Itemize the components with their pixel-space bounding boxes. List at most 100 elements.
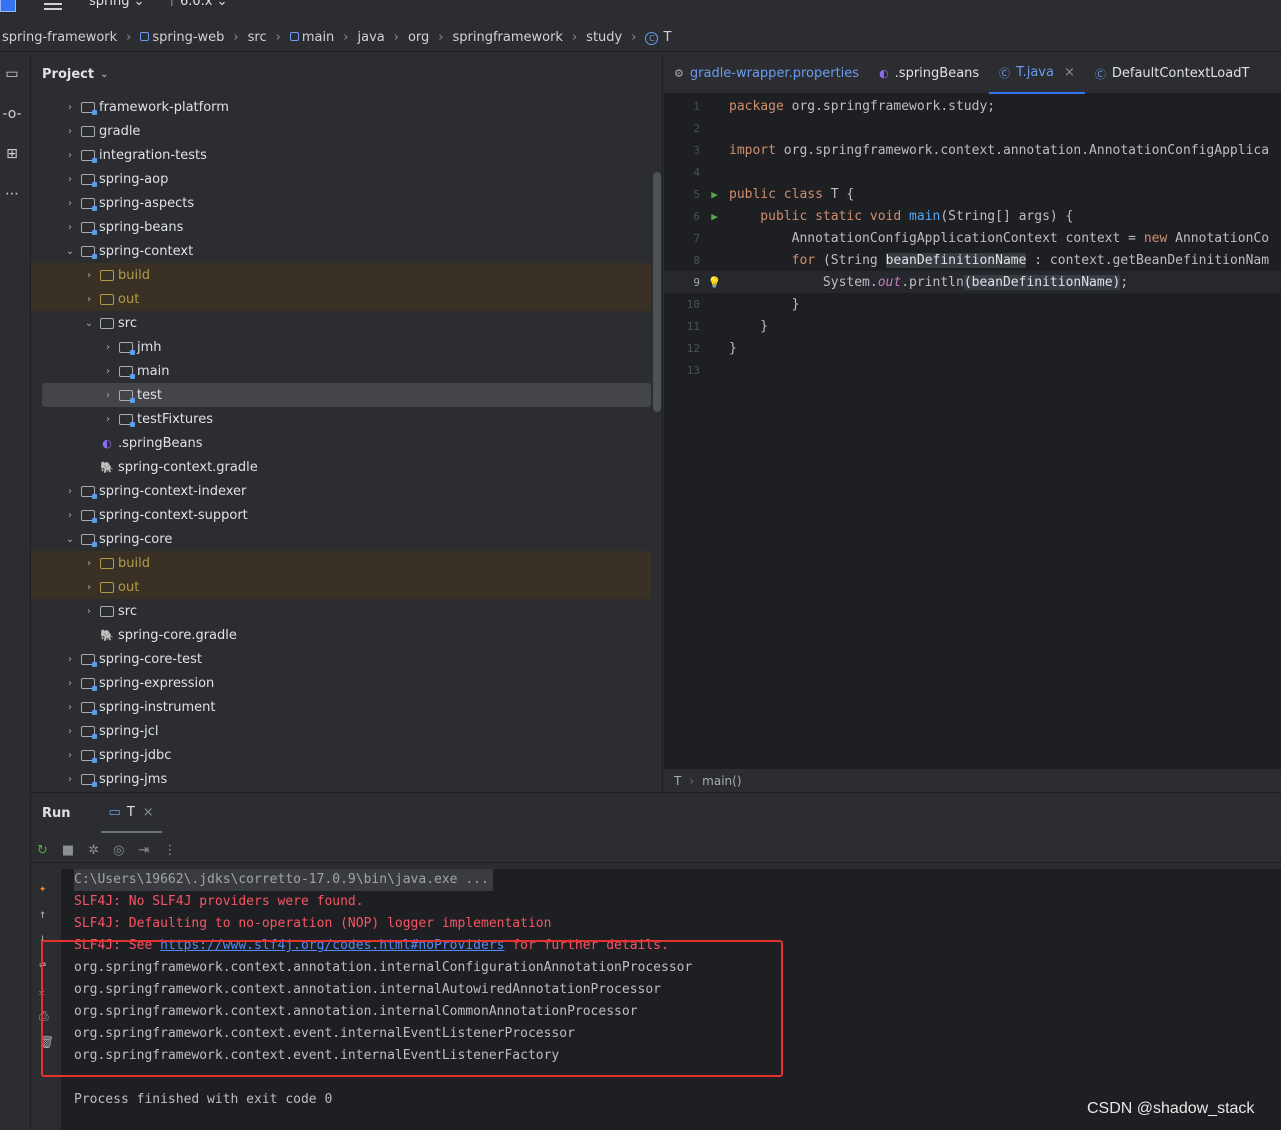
editor-tab[interactable]: Ⓒ T.java × <box>989 54 1085 94</box>
crumb-item[interactable]: src <box>248 30 267 45</box>
tree-item-spring-context-support[interactable]: › spring-context-support <box>31 503 651 527</box>
chevron-right-icon[interactable]: › <box>82 606 96 617</box>
tree-item-spring-jms[interactable]: › spring-jms <box>31 767 651 791</box>
tree-item-spring-context-gradle[interactable]: 🐘 spring-context.gradle <box>31 455 651 479</box>
close-icon[interactable]: × <box>1064 65 1075 80</box>
debugger-icon[interactable]: ✦ <box>39 881 46 895</box>
chevron-right-icon[interactable]: › <box>82 582 96 593</box>
rerun-icon[interactable]: ↻ <box>37 843 48 858</box>
chevron-right-icon[interactable]: › <box>63 486 77 497</box>
project-panel-header[interactable]: Project ⌄ <box>31 54 662 94</box>
crumb-method[interactable]: main() <box>702 774 741 788</box>
commit-icon[interactable]: -o- <box>0 102 24 126</box>
intellij-logo-icon[interactable] <box>0 0 16 12</box>
crumb-item[interactable]: spring-web <box>140 30 224 45</box>
run-icon[interactable]: ▶ <box>700 210 729 223</box>
chevron-right-icon[interactable]: › <box>101 342 115 353</box>
tree-item-main[interactable]: › main <box>31 359 651 383</box>
tree-item-testfixtures[interactable]: › testFixtures <box>31 407 651 431</box>
tree-item-test[interactable]: › test <box>42 383 651 407</box>
console-link[interactable]: https://www.slf4j.org/codes.html#noProvi… <box>160 938 504 953</box>
camera-icon[interactable]: ◎ <box>113 843 124 858</box>
chevron-right-icon[interactable]: › <box>63 702 77 713</box>
run-config-tab[interactable]: ▭ T × <box>100 793 162 833</box>
chevron-down-icon[interactable]: ⌄ <box>63 246 77 257</box>
tree-item-spring-instrument[interactable]: › spring-instrument <box>31 695 651 719</box>
chevron-right-icon[interactable]: › <box>63 726 77 737</box>
clear-icon[interactable]: 🗑 <box>39 1035 54 1049</box>
tree-item--springbeans[interactable]: ◐ .springBeans <box>31 431 651 455</box>
tree-item-spring-expression[interactable]: › spring-expression <box>31 671 651 695</box>
scroll-to-end-icon[interactable]: ⤓ <box>39 983 44 998</box>
crumb-item[interactable]: java <box>358 30 385 45</box>
chevron-right-icon[interactable]: › <box>101 366 115 377</box>
tree-item-src[interactable]: ⌄ src <box>31 311 651 335</box>
project-switcher[interactable]: spring ⌄ <box>89 0 145 9</box>
structure-icon[interactable]: ⊞ <box>0 142 24 166</box>
exit-icon[interactable]: ⇥ <box>138 843 149 858</box>
tree-item-spring-beans[interactable]: › spring-beans <box>31 215 651 239</box>
run-icon[interactable]: ▶ <box>700 188 729 201</box>
tree-item-integration-tests[interactable]: › integration-tests <box>31 143 651 167</box>
tree-item-spring-context-indexer[interactable]: › spring-context-indexer <box>31 479 651 503</box>
chevron-right-icon[interactable]: › <box>63 654 77 665</box>
editor-tab[interactable]: ⚙ gradle-wrapper.properties <box>664 54 869 94</box>
chevron-right-icon[interactable]: › <box>101 390 115 401</box>
main-menu-icon[interactable] <box>44 0 62 12</box>
editor-tab[interactable]: Ⓒ DefaultContextLoadT <box>1085 54 1260 94</box>
chevron-right-icon[interactable]: › <box>82 294 96 305</box>
notifications-icon[interactable]: ◔ <box>0 1124 24 1130</box>
chevron-right-icon[interactable]: › <box>63 750 77 761</box>
scroll-up-icon[interactable]: ↑ <box>39 907 46 921</box>
editor-tab[interactable]: ◐ .springBeans <box>869 54 989 94</box>
chevron-right-icon[interactable]: › <box>63 150 77 161</box>
chevron-right-icon[interactable]: › <box>63 678 77 689</box>
chevron-right-icon[interactable]: › <box>82 270 96 281</box>
close-icon[interactable]: × <box>143 805 154 820</box>
crumb-item[interactable]: springframework <box>452 30 562 45</box>
more-options-icon[interactable]: ⋮ <box>163 843 176 858</box>
lightbulb-icon[interactable]: 💡 <box>700 276 729 289</box>
chevron-right-icon[interactable]: › <box>82 558 96 569</box>
tree-item-build[interactable]: › build <box>31 263 651 287</box>
chevron-right-icon[interactable]: › <box>63 102 77 113</box>
crumb-item[interactable]: study <box>586 30 622 45</box>
project-scrollbar[interactable] <box>653 172 661 412</box>
tree-item-gradle[interactable]: › gradle <box>31 119 651 143</box>
chevron-right-icon[interactable]: › <box>63 198 77 209</box>
tree-item-jmh[interactable]: › jmh <box>31 335 651 359</box>
tree-item-out[interactable]: › out <box>31 287 651 311</box>
tree-item-framework-platform[interactable]: › framework-platform <box>31 95 651 119</box>
chevron-right-icon[interactable]: › <box>63 174 77 185</box>
chevron-right-icon[interactable]: › <box>101 414 115 425</box>
code-area[interactable]: 1 package org.springframework.study; 2 3 imp… <box>664 95 1281 381</box>
tree-item-spring-aop[interactable]: › spring-aop <box>31 167 651 191</box>
more-tools-icon[interactable]: ⋯ <box>0 182 24 206</box>
chevron-down-icon[interactable]: ⌄ <box>63 534 77 545</box>
chevron-right-icon[interactable]: › <box>63 774 77 785</box>
chevron-right-icon[interactable]: › <box>63 222 77 233</box>
soft-wrap-icon[interactable]: ⇌ <box>39 957 46 971</box>
chevron-right-icon[interactable]: › <box>63 510 77 521</box>
tree-item-spring-core-gradle[interactable]: 🐘 spring-core.gradle <box>31 623 651 647</box>
crumb-item[interactable]: CT <box>645 30 671 45</box>
branch-switcher[interactable]: ᛘ 6.0.x ⌄ <box>168 0 227 9</box>
crumb-class[interactable]: T <box>674 774 681 788</box>
crumb-item[interactable]: org <box>408 30 429 45</box>
stop-icon[interactable]: ■ <box>62 843 74 858</box>
tree-item-src[interactable]: › src <box>31 599 651 623</box>
tree-item-spring-jdbc[interactable]: › spring-jdbc <box>31 743 651 767</box>
chevron-right-icon[interactable]: › <box>63 126 77 137</box>
tree-item-spring-aspects[interactable]: › spring-aspects <box>31 191 651 215</box>
debug-icon[interactable]: ✲ <box>88 843 99 858</box>
print-icon[interactable]: ⎙ <box>39 1009 49 1024</box>
tree-item-spring-jcl[interactable]: › spring-jcl <box>31 719 651 743</box>
scroll-down-icon[interactable]: ↓ <box>39 931 46 945</box>
tree-item-out[interactable]: › out <box>31 575 651 599</box>
console-output[interactable]: ✦ ↑ ↓ ⇌ ⤓ ⎙ 🗑 C:\Users\19662\.jdks\corre… <box>31 869 1281 1130</box>
tree-item-build[interactable]: › build <box>31 551 651 575</box>
crumb-item[interactable]: main <box>289 30 334 45</box>
crumb-item[interactable]: spring-framework <box>2 30 117 45</box>
chevron-down-icon[interactable]: ⌄ <box>82 318 96 329</box>
tree-item-spring-core-test[interactable]: › spring-core-test <box>31 647 651 671</box>
